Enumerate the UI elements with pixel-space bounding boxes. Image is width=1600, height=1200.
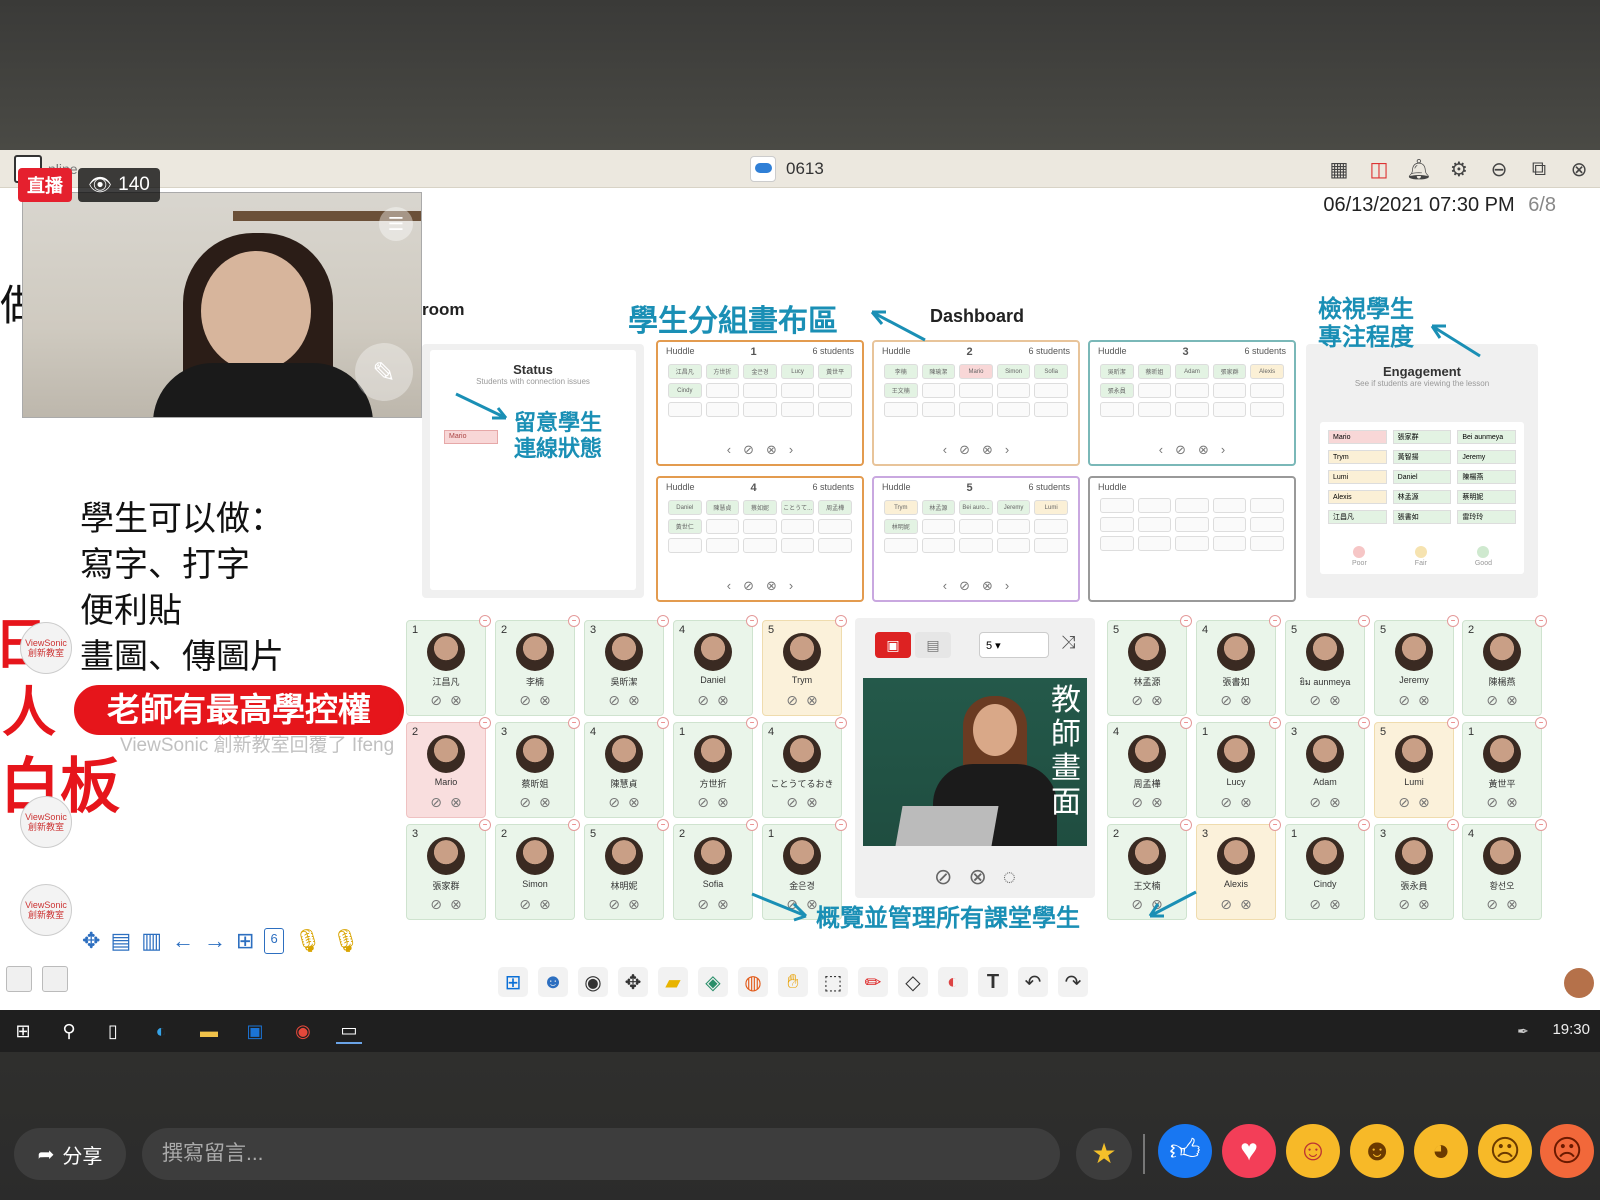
page-counter[interactable]: 6 — [264, 928, 284, 954]
presenter-face — [201, 251, 311, 371]
present-icon[interactable]: ▤ — [110, 928, 131, 954]
annotation-arrows — [455, 310, 1481, 922]
viewer-count: 👁︎ 140 — [78, 168, 160, 202]
commenter-avatar[interactable]: ViewSonic 創新教室 — [20, 884, 72, 936]
commenter-avatar[interactable]: ViewSonic 創新教室 — [20, 796, 72, 848]
arrow-engagement — [1430, 324, 1481, 358]
authority-highlight: 老師有最高學控權 — [74, 685, 404, 735]
pencil-icon[interactable]: ✎ — [355, 343, 413, 401]
presenter-video[interactable]: ☰ ✎ — [22, 192, 422, 418]
prev-arrow-icon[interactable]: ← — [172, 928, 194, 954]
slide-toolbar: ✥ ▤ ▥ ← → ⊞ 6 🎙︎ 🎙︎ — [82, 928, 360, 954]
user-avatar[interactable] — [1564, 968, 1594, 998]
arrow-overview-right — [1148, 890, 1197, 918]
menu-icon[interactable]: ☰ — [379, 207, 413, 241]
arrow-overview-left — [751, 892, 808, 922]
viewer-count-value: 140 — [118, 174, 150, 195]
arrow-groups — [870, 310, 926, 342]
commenter-avatar[interactable]: ViewSonic 創新教室 — [20, 622, 72, 674]
pages-icon[interactable]: ▥ — [141, 928, 162, 954]
presenter-body — [153, 363, 373, 417]
mic-icon[interactable]: 🎙︎ — [294, 928, 322, 954]
add-slide-icon[interactable]: ⊞ — [236, 928, 254, 954]
live-indicator: 直播 👁︎ 140 — [18, 168, 160, 202]
arrow-status — [455, 392, 508, 420]
eye-icon: 👁︎ — [88, 175, 113, 196]
page-counter-value: 6 — [270, 931, 278, 946]
live-badge: 直播 — [18, 168, 72, 202]
screen: nline 0613 ▦ ◫ 🔔︎ ⚙ ⊖ ⧉ ⊗ 06/13/2021 07:… — [0, 0, 1600, 1200]
next-arrow-icon[interactable]: → — [204, 928, 226, 954]
move-icon[interactable]: ✥ — [82, 928, 100, 954]
mic-settings-icon[interactable]: 🎙︎ — [332, 928, 360, 954]
